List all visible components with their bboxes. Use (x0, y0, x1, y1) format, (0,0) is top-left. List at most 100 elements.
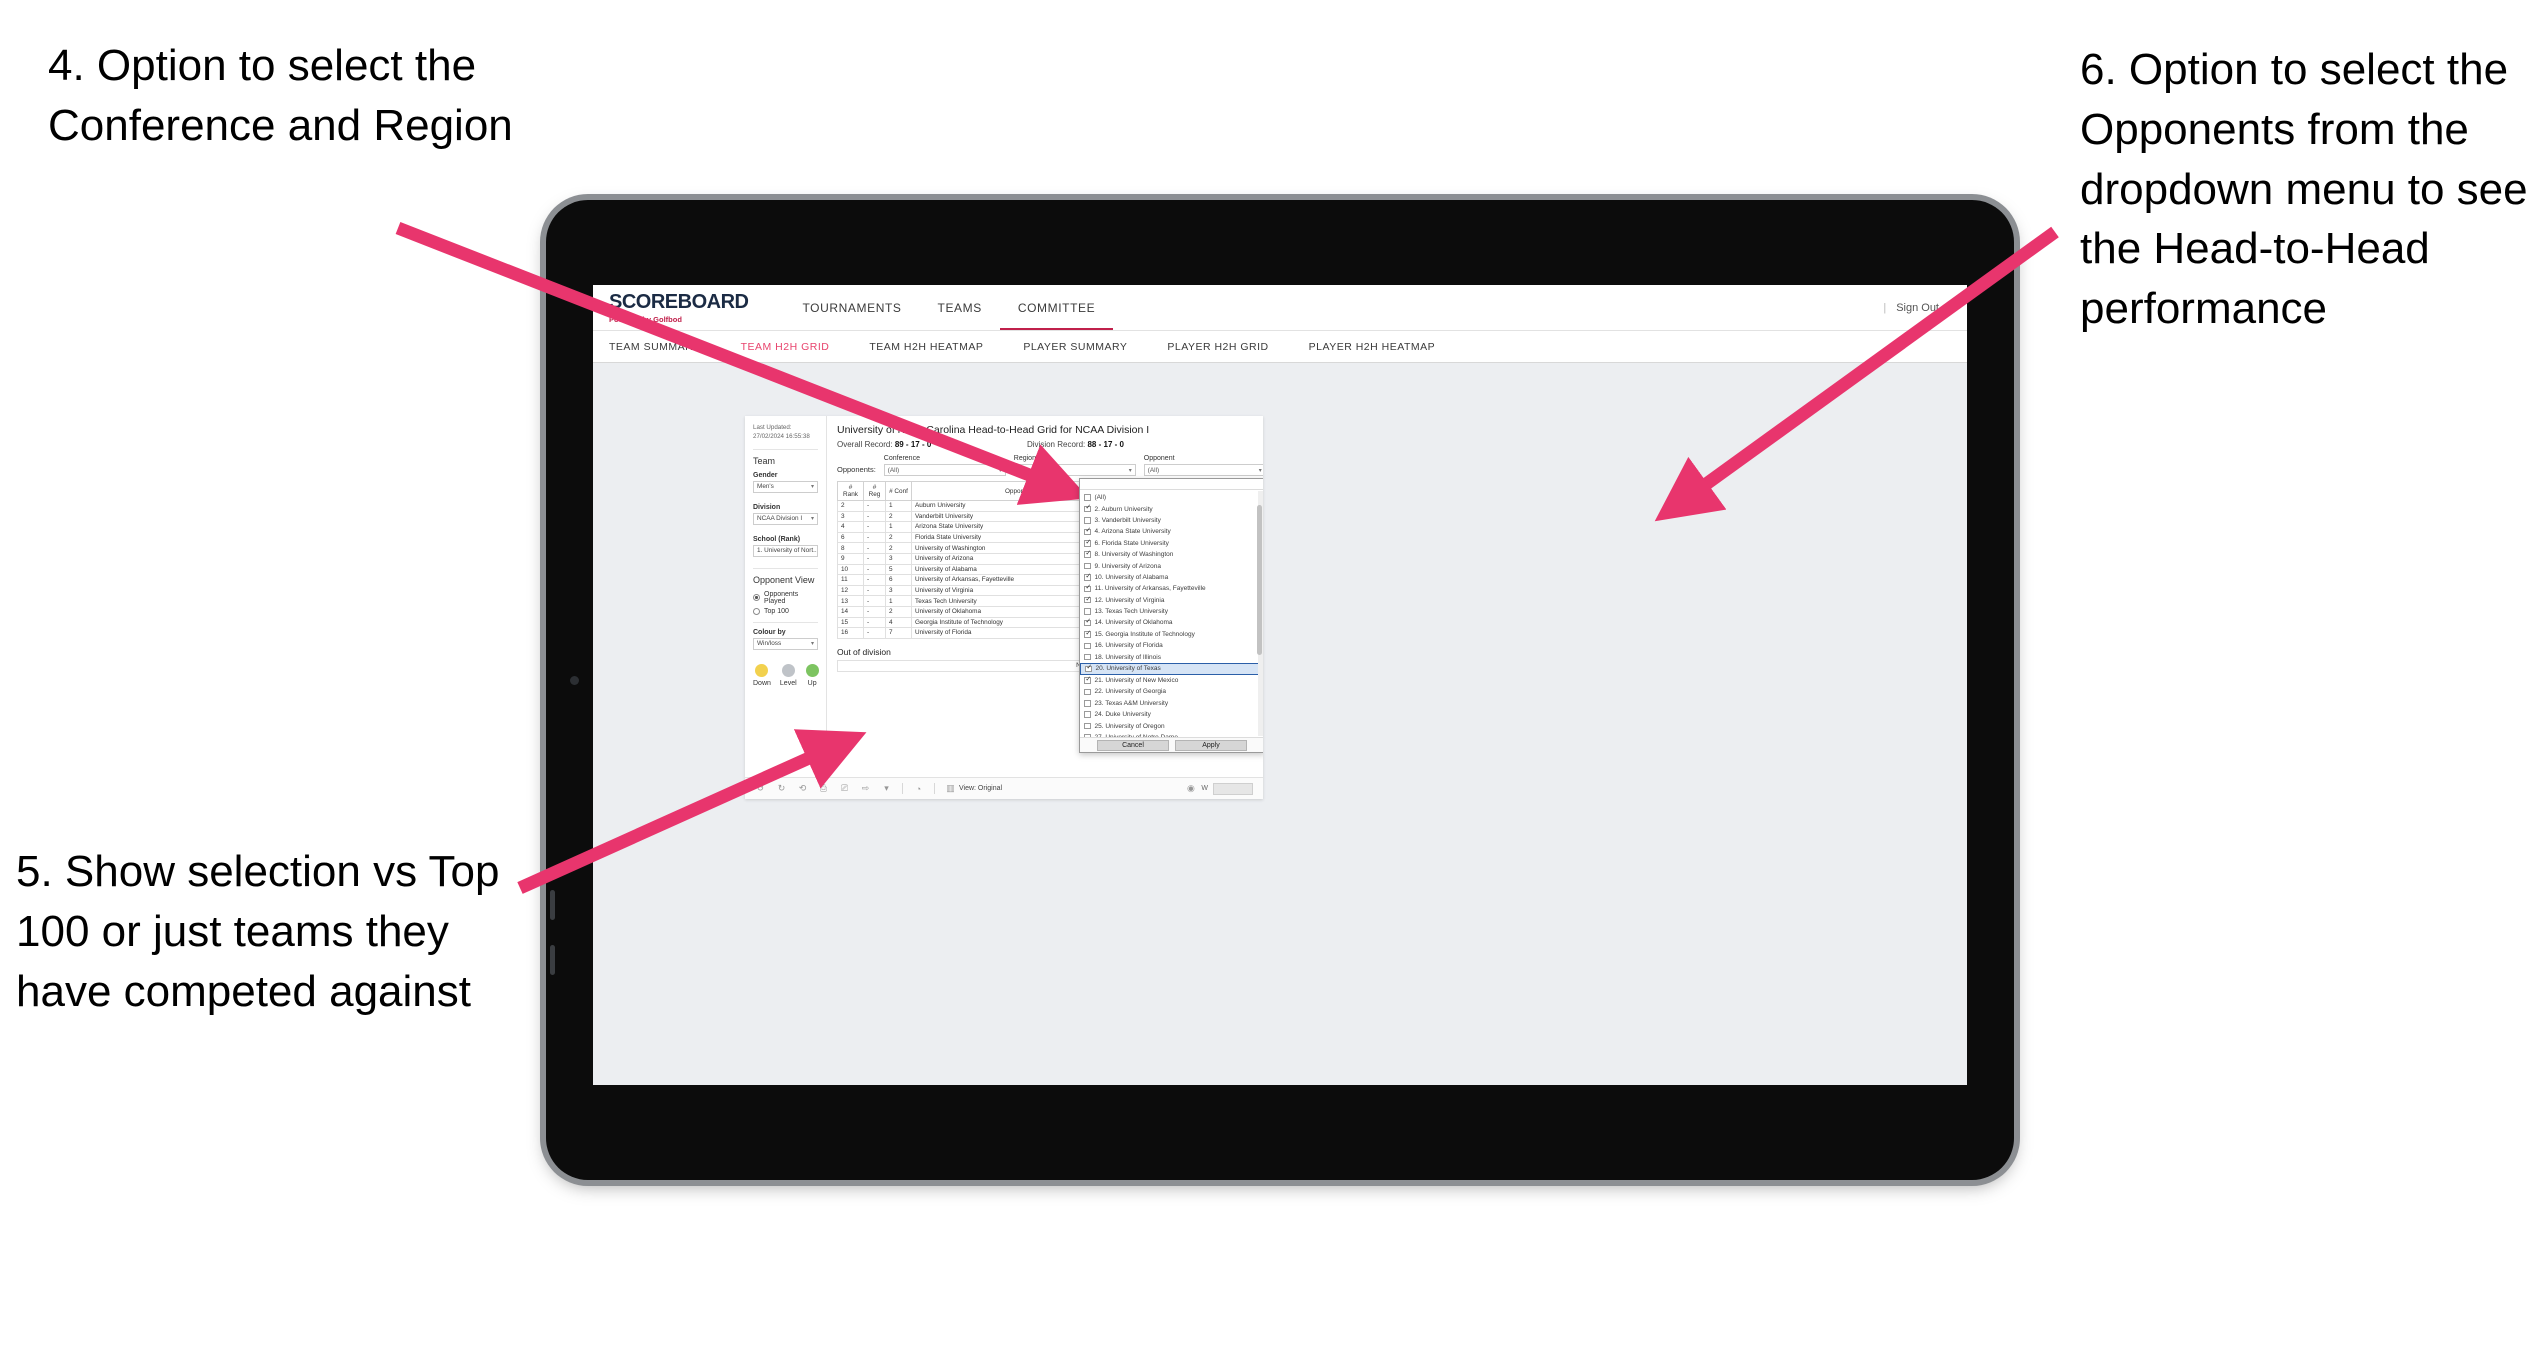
toolbar-chip[interactable] (1213, 782, 1253, 795)
undo-icon[interactable]: ↺ (755, 783, 766, 794)
checkbox-icon[interactable] (1084, 653, 1091, 661)
chevron-down-icon[interactable]: ▾ (881, 783, 892, 794)
refresh-icon[interactable]: ⎙ (818, 783, 829, 794)
col-header-conf[interactable]: # Conf (885, 481, 912, 501)
revert-icon[interactable]: ⟲ (797, 783, 808, 794)
checkbox-icon[interactable] (1084, 722, 1091, 730)
subnav-item-team-h2h-heatmap[interactable]: TEAM H2H HEATMAP (849, 341, 1003, 353)
opponent-option[interactable]: 6. Florida State University (1080, 538, 1263, 549)
checkbox-icon[interactable] (1084, 505, 1091, 513)
eye-icon[interactable]: ◉ (1185, 783, 1196, 794)
col-header-rank[interactable]: # Rank (837, 481, 864, 501)
cell-rank: 14 (837, 605, 864, 618)
opponent-option[interactable]: (All) (1080, 492, 1263, 503)
checkbox-icon[interactable] (1084, 642, 1091, 650)
opponent-option[interactable]: 16. University of Florida (1080, 640, 1263, 651)
opponent-option[interactable]: 18. University of Illinois (1080, 651, 1263, 662)
subnav-item-team-summary[interactable]: TEAM SUMMARY (609, 341, 721, 353)
checkbox-icon[interactable] (1084, 539, 1091, 547)
apply-button[interactable]: Apply (1175, 739, 1247, 751)
school-rank-select[interactable]: 1. University of Nort... ▾ (753, 544, 818, 557)
gender-select-value: Men's (757, 483, 774, 491)
opponent-option-label: 8. University of Washington (1094, 551, 1174, 559)
opponent-option[interactable]: 24. Duke University (1080, 709, 1263, 720)
sign-out-link[interactable]: Sign Out (1896, 302, 1939, 314)
opponent-option-label: 4. Arizona State University (1094, 528, 1171, 536)
cell-reg: - (863, 627, 886, 639)
checkbox-icon[interactable] (1084, 711, 1091, 718)
checkbox-icon[interactable] (1084, 596, 1091, 604)
opponent-option[interactable]: 10. University of Alabama (1080, 572, 1263, 583)
opponent-dropdown-panel[interactable]: (All) 2. Auburn University 3. Vanderbilt U… (1079, 478, 1263, 753)
cell-conf: 2 (885, 542, 912, 554)
opponent-dropdown-search-input[interactable] (1080, 479, 1263, 490)
topnav-item-teams[interactable]: TEAMS (920, 285, 1000, 330)
opponent-option[interactable]: 13. Texas Tech University (1080, 606, 1263, 617)
checkbox-icon[interactable] (1084, 550, 1091, 558)
division-select[interactable]: NCAA Division I ▾ (753, 512, 818, 525)
share-icon[interactable]: ⇨ (860, 783, 871, 794)
overall-record-label: Overall Record: (837, 440, 893, 449)
pause-updates-icon[interactable]: ⎚ (839, 783, 850, 794)
opponent-option-label: 18. University of Illinois (1094, 653, 1161, 661)
history-icon[interactable]: ◔ (913, 783, 924, 794)
col-header-reg[interactable]: # Reg (863, 481, 886, 501)
opponent-option[interactable]: 20. University of Texas (1080, 662, 1263, 675)
brand-logo[interactable]: SCOREBOARD Powered by Golfbod (609, 291, 749, 324)
subnav-item-team-h2h-grid[interactable]: TEAM H2H GRID (721, 341, 850, 353)
cancel-button[interactable]: Cancel (1097, 739, 1169, 751)
topnav-item-committee[interactable]: COMMITTEE (999, 285, 1114, 330)
opponent-option[interactable]: 9. University of Arizona (1080, 560, 1263, 571)
sidebar-divider-2 (753, 567, 818, 569)
checkbox-icon[interactable] (1084, 573, 1091, 581)
col-header-conf-label: # Conf (889, 487, 908, 495)
checkbox-icon[interactable] (1085, 664, 1092, 673)
opponent-option-label: 22. University of Georgia (1094, 688, 1167, 696)
opponent-dropdown-list[interactable]: (All) 2. Auburn University 3. Vanderbilt U… (1080, 490, 1263, 737)
toolbar-divider-1 (902, 783, 903, 794)
radio-opponents-played[interactable]: Opponents Played (753, 591, 818, 605)
opponent-option[interactable]: 25. University of Oregon (1080, 720, 1263, 731)
opponent-option[interactable]: 3. Vanderbilt University (1080, 515, 1263, 526)
gender-select[interactable]: Men's ▾ (753, 480, 818, 493)
chevron-down-icon: ▾ (1258, 467, 1262, 474)
topnav-item-tournaments[interactable]: TOURNAMENTS (784, 285, 919, 330)
sub-navigation-bar: TEAM SUMMARY TEAM H2H GRID TEAM H2H HEAT… (593, 330, 1967, 363)
checkbox-icon[interactable] (1084, 630, 1091, 638)
checkbox-icon[interactable] (1084, 618, 1091, 627)
opponent-option[interactable]: 12. University of Virginia (1080, 595, 1263, 606)
opponent-option[interactable]: 11. University of Arkansas, Fayetteville (1080, 583, 1263, 594)
view-original-button[interactable]: ▥ View: Original (945, 783, 1002, 794)
opponent-option-label: 15. Georgia Institute of Technology (1094, 630, 1195, 638)
subnav-item-player-h2h-heatmap[interactable]: PLAYER H2H HEATMAP (1289, 341, 1455, 353)
checkbox-icon[interactable] (1084, 527, 1091, 536)
opponent-option[interactable]: 8. University of Washington (1080, 549, 1263, 560)
region-filter-select[interactable]: (All) ▾ (1013, 464, 1136, 476)
opponent-option[interactable]: 14. University of Oklahoma (1080, 617, 1263, 628)
subnav-item-player-summary[interactable]: PLAYER SUMMARY (1003, 341, 1147, 353)
opponent-option[interactable]: 4. Arizona State University (1080, 526, 1263, 537)
checkbox-icon[interactable] (1084, 562, 1091, 570)
opponent-option[interactable]: 23. Texas A&M University (1080, 698, 1263, 709)
checkbox-icon[interactable] (1084, 700, 1091, 707)
opponent-option[interactable]: 15. Georgia Institute of Technology (1080, 629, 1263, 640)
checkbox-icon[interactable] (1084, 688, 1091, 696)
checkbox-icon[interactable] (1084, 676, 1091, 684)
checkbox-icon[interactable] (1084, 517, 1091, 524)
checkbox-icon[interactable] (1084, 734, 1091, 737)
radio-top-100[interactable]: Top 100 (753, 607, 818, 615)
subnav-item-player-h2h-grid[interactable]: PLAYER H2H GRID (1147, 341, 1288, 353)
opponent-option[interactable]: 2. Auburn University (1080, 503, 1263, 514)
opponent-dropdown-scrollbar-thumb[interactable] (1257, 505, 1262, 655)
opponent-dropdown-scrollbar[interactable] (1257, 491, 1263, 736)
conference-filter-select[interactable]: (All) ▾ (883, 464, 1006, 476)
opponent-option[interactable]: 21. University of New Mexico (1080, 675, 1263, 686)
filters-sidebar: Last Updated: 27/02/2024 16:55:38 Team G… (745, 416, 827, 777)
redo-icon[interactable]: ↻ (776, 783, 787, 794)
checkbox-icon[interactable] (1084, 608, 1091, 615)
opponent-filter-select[interactable]: (All) ▾ (1143, 464, 1263, 476)
colour-by-select[interactable]: Win/loss ▾ (753, 637, 818, 650)
opponent-option[interactable]: 22. University of Georgia (1080, 686, 1263, 697)
checkbox-icon[interactable] (1084, 584, 1091, 593)
checkbox-icon[interactable] (1084, 494, 1091, 501)
